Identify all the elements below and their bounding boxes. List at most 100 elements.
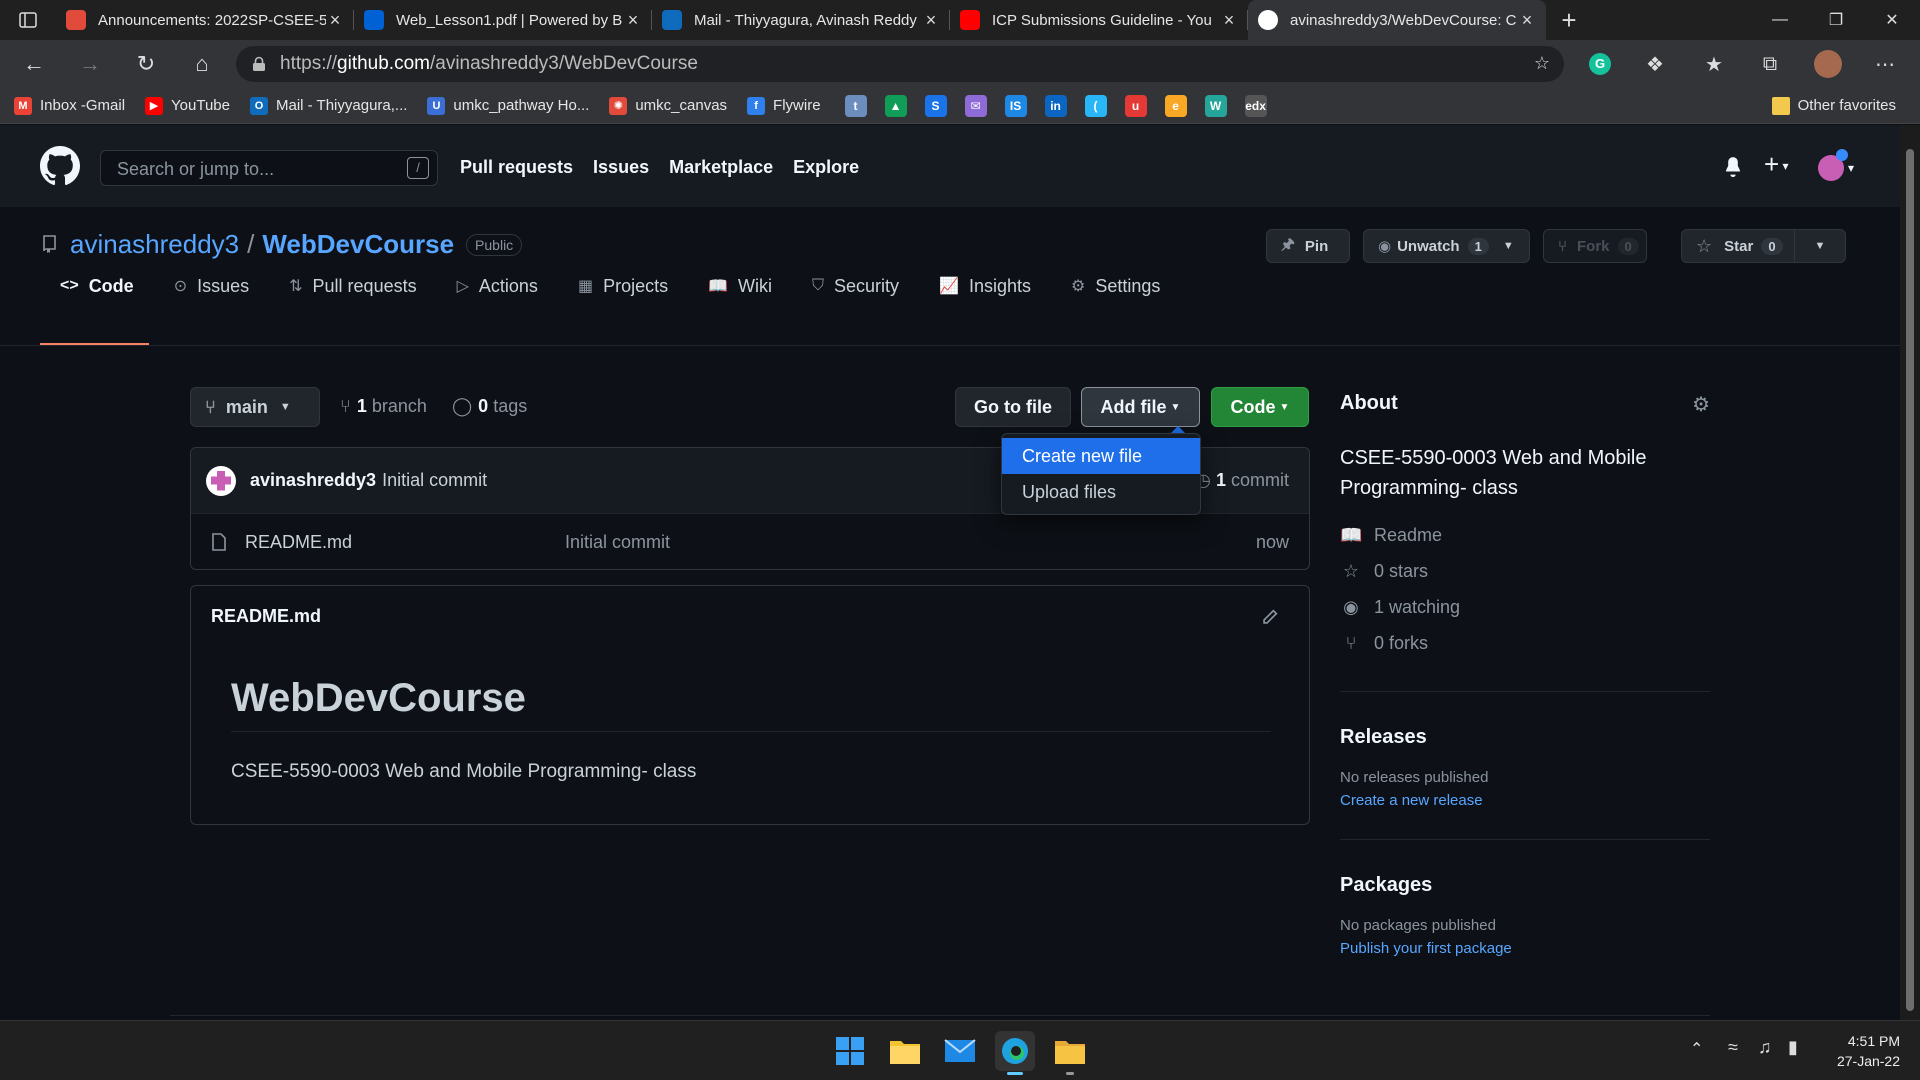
more-menu-icon[interactable]: ⋯ [1865,44,1905,84]
bookmark-shortcut-icon[interactable]: edx [1244,94,1267,117]
favorites-icon[interactable]: ★ [1694,44,1734,84]
tab-security[interactable]: ⛉ Security [792,267,919,305]
pin-button[interactable]: 🖈 Pin [1266,229,1350,263]
add-file-button[interactable]: Add file ▼ [1081,387,1200,427]
bookmark-item[interactable]: Uumkc_pathway Ho... [427,96,589,115]
clock[interactable]: 4:51 PM 27-Jan-22 [1830,1031,1900,1071]
address-bar[interactable]: https://github.com/avinashreddy3/WebDevC… [236,46,1564,82]
go-to-file-button[interactable]: Go to file [955,387,1071,427]
browser-tab[interactable]: avinashreddy3/WebDevCourse: C × [1248,0,1546,40]
about-readme-link[interactable]: 📖 Readme [1340,517,1710,553]
bookmark-shortcut-icon[interactable]: e [1164,94,1187,117]
branches-link[interactable]: ⑂ 1 branch [340,396,427,417]
releases-heading[interactable]: Releases [1340,726,1710,749]
show-hidden-icons-chevron-icon[interactable]: ⌃ [1690,1039,1703,1059]
bookmark-shortcut-icon[interactable]: W [1204,94,1227,117]
tab-issues[interactable]: ⊙ Issues [154,267,269,305]
close-tab-icon[interactable]: × [624,10,642,31]
minimize-icon[interactable]: — [1752,0,1808,40]
edit-pencil-icon[interactable] [1261,608,1279,626]
mail-app-icon[interactable] [940,1031,980,1071]
back-arrow-icon[interactable]: ← [6,44,62,84]
repo-name-link[interactable]: WebDevCourse [262,229,454,260]
browser-tab[interactable]: Web_Lesson1.pdf | Powered by B × [354,0,652,40]
page-scrollbar[interactable] [1900,125,1920,1020]
browser-tab[interactable]: ICP Submissions Guideline - You × [950,0,1248,40]
bookmark-shortcut-icon[interactable]: ✉ [964,94,987,117]
browser-tab[interactable]: Announcements: 2022SP-CSEE-5 × [56,0,354,40]
publish-package-link[interactable]: Publish your first package [1340,940,1710,957]
create-release-link[interactable]: Create a new release [1340,792,1710,809]
tab-insights[interactable]: 📈 Insights [919,267,1051,305]
profile-avatar[interactable] [1808,44,1848,84]
star-list-dropdown[interactable]: ▼ [1794,229,1846,263]
bookmark-shortcut-icon[interactable]: t [844,94,867,117]
about-watching-link[interactable]: ◉ 1 watching [1340,589,1710,625]
nav-issues[interactable]: Issues [593,157,649,178]
tab-projects[interactable]: ▦ Projects [558,267,688,305]
star-button[interactable]: ☆ Star 0 [1681,229,1795,263]
repo-owner-link[interactable]: avinashreddy3 [70,229,239,260]
about-forks-link[interactable]: ⑂ 0 forks [1340,625,1710,661]
fork-button[interactable]: ⑂ Fork 0 [1543,229,1647,263]
tab-settings[interactable]: ⚙ Settings [1051,267,1180,305]
search-input[interactable]: Search or jump to... / [100,150,438,186]
author-avatar[interactable] [206,465,236,496]
bookmark-shortcut-icon[interactable]: u [1124,94,1147,117]
nav-explore[interactable]: Explore [793,157,859,178]
bookmark-item[interactable]: f Flywire [747,96,821,115]
notifications-bell-icon[interactable] [1722,155,1744,177]
about-settings-gear-icon[interactable]: ⚙ [1692,392,1710,417]
tab-pull-requests[interactable]: ⇅ Pull requests [269,267,436,305]
grammarly-icon[interactable]: G [1580,44,1620,84]
wifi-icon[interactable]: ≈ [1728,1037,1738,1058]
add-favorite-icon[interactable]: ☆ [1534,53,1550,74]
nav-pull-requests[interactable]: Pull requests [460,157,573,178]
branch-selector[interactable]: ⑂ main ▼ [190,387,320,427]
commit-history-link[interactable]: ◷ 1 commit [1195,470,1289,491]
unwatch-button[interactable]: ◉ Unwatch 1 ▼ [1363,229,1530,263]
close-tab-icon[interactable]: × [326,10,344,31]
windows-start-icon[interactable] [830,1031,870,1071]
github-logo-icon[interactable] [40,146,80,186]
bookmark-shortcut-icon[interactable]: ▲ [884,94,907,117]
forward-arrow-icon[interactable]: → [62,44,118,84]
folder-app-icon[interactable] [1050,1031,1090,1075]
battery-icon[interactable]: ▮ [1788,1037,1798,1058]
close-window-icon[interactable]: ✕ [1864,0,1920,40]
scrollbar-thumb[interactable] [1906,149,1914,1011]
commit-message-link[interactable]: Initial commit [382,470,487,491]
tab-actions-icon[interactable] [0,0,56,40]
nav-marketplace[interactable]: Marketplace [669,157,773,178]
file-name-link[interactable]: README.md [245,532,565,553]
collections-icon[interactable]: ⧉ [1750,44,1790,84]
extensions-icon[interactable]: ❖ [1635,44,1675,84]
file-commit-message-link[interactable]: Initial commit [565,532,670,553]
restore-icon[interactable]: ❐ [1808,0,1864,40]
packages-heading[interactable]: Packages [1340,874,1710,897]
bookmark-shortcut-icon[interactable]: S [924,94,947,117]
code-button[interactable]: Code ▼ [1211,387,1309,427]
tags-link[interactable]: ◯ 0 tags [452,396,527,417]
close-tab-icon[interactable]: × [1518,10,1536,31]
tab-actions[interactable]: ▷ Actions [437,267,558,305]
bookmark-item[interactable]: O Mail - Thiyyagura,... [249,96,407,115]
user-avatar[interactable]: ▾ [1818,149,1854,181]
other-favorites[interactable]: Other favorites [1771,96,1896,115]
about-stars-link[interactable]: ☆ 0 stars [1340,553,1710,589]
file-explorer-icon[interactable] [885,1031,925,1071]
commit-author-link[interactable]: avinashreddy3 [250,470,376,491]
close-tab-icon[interactable]: × [1220,10,1238,31]
bookmark-item[interactable]: ✺ umkc_canvas [609,96,727,115]
bookmark-item[interactable]: M Inbox -Gmail [14,96,125,115]
new-tab-button[interactable]: + [1546,5,1592,36]
browser-tab[interactable]: Mail - Thiyyagura, Avinash Reddy × [652,0,950,40]
volume-icon[interactable]: ♫ [1758,1037,1772,1058]
upload-files-item[interactable]: Upload files [1002,474,1200,510]
bookmark-shortcut-icon[interactable]: in [1044,94,1067,117]
home-icon[interactable]: ⌂ [174,44,230,84]
tab-code[interactable]: <> Code [40,267,154,305]
bookmark-shortcut-icon[interactable]: IS [1004,94,1027,117]
refresh-icon[interactable]: ↻ [118,44,174,84]
bookmark-item[interactable]: ▶ YouTube [145,96,230,115]
